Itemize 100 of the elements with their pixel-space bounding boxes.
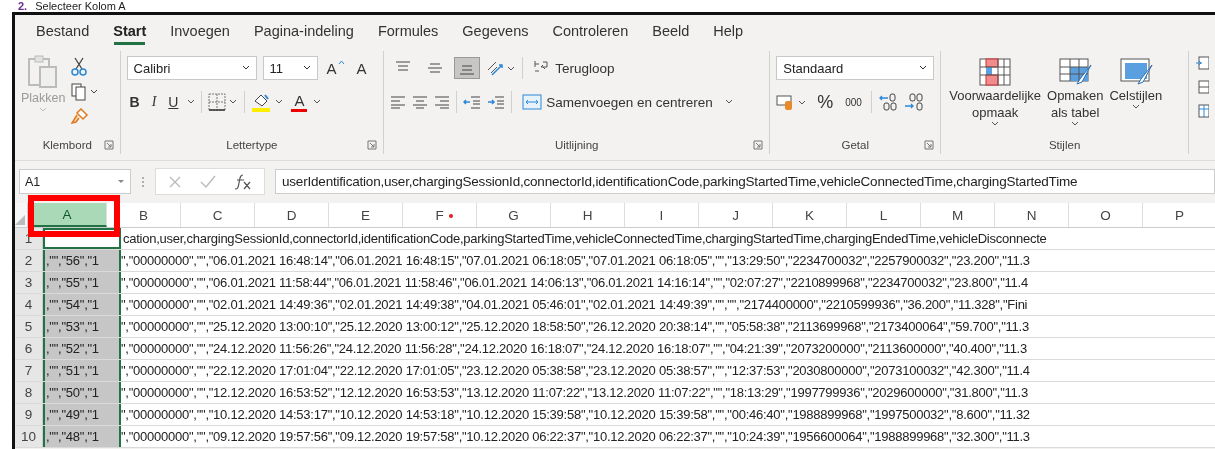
increase-decimal-icon[interactable] xyxy=(877,93,898,111)
formula-field[interactable]: userIdentification,user,chargingSessionId,connectorId,identificationCode,parkingStartedTime,vehicleConnectedTime,chargingStartedTime xyxy=(275,169,1215,194)
row-header[interactable]: 7 xyxy=(15,360,43,381)
table-cell-text: ","00000000","","12.12.2020 16:53:52","12.12.2020 16:53:53","13.12.2020 11:07:22","13.12.2020 11:07:22","","18:13:29","1997799936","2029600000","31.800","11.3 xyxy=(121,384,1028,402)
style-button[interactable]: Voorwaardelijke opmaak xyxy=(947,55,1043,129)
table-cell-text: ","00000000","","06.01.2021 11:58:44","06.01.2021 11:58:46","06.01.2021 14:06:13","06.01.2021 14:16:14","","02:07:27","2210899968","2234700032","23.800","11.4 xyxy=(121,274,1028,292)
column-header[interactable]: B xyxy=(107,203,181,227)
number-format-dropdown[interactable]: Standaard xyxy=(776,56,935,80)
corner-triangle-icon xyxy=(15,215,25,225)
caret-icon[interactable] xyxy=(313,99,322,105)
table-cell-text: ","00000000","","10.12.2020 14:53:17","10.12.2020 14:53:18","10.12.2020 15:39:58","10.12.2020 15:39:58","","00:46:40","1988899968","1997500032","8.600","11.32 xyxy=(121,406,1030,424)
scissors-icon[interactable] xyxy=(71,57,88,77)
ribbon-tab[interactable]: Gegevens xyxy=(451,19,540,43)
column-header[interactable]: H xyxy=(551,203,625,227)
column-header[interactable]: I xyxy=(625,203,699,227)
insert-cells-icon[interactable] xyxy=(1195,55,1209,71)
column-header[interactable]: P xyxy=(1143,203,1215,227)
thousands-button[interactable]: 000 xyxy=(842,96,865,108)
row-header[interactable]: 10 xyxy=(15,426,43,447)
ribbon-tab[interactable]: Beeld xyxy=(641,19,701,43)
row-header[interactable]: 2 xyxy=(15,250,43,271)
ribbon-tab[interactable]: Start xyxy=(102,19,158,43)
percent-button[interactable]: % xyxy=(814,91,837,113)
table-cell: ,"","53","1 xyxy=(43,316,121,337)
decrease-decimal-icon[interactable] xyxy=(903,93,924,111)
merge-icon xyxy=(522,93,543,111)
column-header[interactable]: E xyxy=(329,203,403,227)
align-center-icon[interactable] xyxy=(412,95,429,109)
column-header[interactable]: G xyxy=(477,203,551,227)
ribbon-tab[interactable]: Bestand xyxy=(25,19,101,43)
caret-icon[interactable] xyxy=(187,99,196,105)
row-header[interactable]: 6 xyxy=(15,338,43,359)
caret-icon xyxy=(302,65,311,71)
border-icon[interactable] xyxy=(208,93,239,111)
table-cell-text: ","00000000","","02.01.2021 14:49:36","02.01.2021 14:49:38","04.01.2021 05:46:01","02.01.2021 14:49:39","","","2174400000","2210599936","36.200","11.328","Fini xyxy=(121,296,1028,314)
column-header[interactable]: N xyxy=(995,203,1069,227)
ribbon-tab[interactable]: Formules xyxy=(366,19,450,43)
grow-font-button[interactable]: A xyxy=(323,59,348,77)
underline-button[interactable]: U xyxy=(165,94,182,110)
ribbon-tab[interactable]: Invoegen xyxy=(159,19,241,43)
bold-button[interactable]: B xyxy=(126,94,143,110)
ribbon-tab[interactable]: Help xyxy=(702,19,755,43)
dialog-launcher-icon[interactable] xyxy=(367,140,378,150)
caret-icon xyxy=(1131,104,1140,110)
group-label: Getal xyxy=(841,139,869,151)
table-cell-text: ","00000000","","09.12.2020 19:57:56","09.12.2020 19:57:58","10.12.2020 06:22:37","10.12.2020 06:22:37","","10:24:39","1956600064","1988899968","32.300","11.3 xyxy=(121,428,1030,446)
group-label: Stijlen xyxy=(1048,139,1081,151)
font-size-dropdown[interactable]: 11 xyxy=(262,56,318,80)
format-painter-icon[interactable] xyxy=(71,107,90,125)
vertical-align-button[interactable] xyxy=(454,57,481,79)
dialog-launcher-icon[interactable] xyxy=(924,140,935,150)
table-cell-text: cation,user,chargingSessionId,connectorId,identificationCode,parkingStartedTime,vehicleConnectedTime,chargingStartedTime,chargingEndedTime,vehicleDisconnecte xyxy=(122,230,1047,248)
table-cell-text: ","00000000","","25.12.2020 13:00:10","25.12.2020 13:00:12","25.12.2020 18:58:50","26.12.2020 20:38:14","","05:58:38","2113699968","2173400064","59.700","11.3 xyxy=(121,318,1029,336)
italic-button[interactable]: I xyxy=(148,94,160,110)
column-header[interactable]: D xyxy=(255,203,329,227)
align-right-icon[interactable] xyxy=(434,95,451,109)
column-header[interactable]: O xyxy=(1069,203,1143,227)
table-cell: ,"","51","1 xyxy=(43,360,121,381)
caret-icon xyxy=(919,65,928,71)
dialog-launcher-icon[interactable] xyxy=(103,140,114,150)
table-cell-text: ","00000000","","24.12.2020 11:56:26","24.12.2020 11:56:28","24.12.2020 16:18:07","24.12.2020 16:18:07","","04:21:39","2073200000","2113600000","40.400","11.3 xyxy=(121,340,1027,358)
step-number: 2. xyxy=(18,0,28,12)
group-label: Uitlijning xyxy=(555,139,599,151)
font-color-button[interactable]: A xyxy=(291,92,308,112)
insert-function-icon[interactable] xyxy=(234,173,252,190)
row-header[interactable]: 9 xyxy=(15,404,43,425)
format-cells-icon[interactable] xyxy=(1195,103,1209,119)
column-header[interactable]: K xyxy=(773,203,847,227)
ribbon-tab[interactable]: Pagina-indeling xyxy=(242,19,365,43)
table-style-icon xyxy=(1058,57,1093,87)
table-cell: ,"","50","1 xyxy=(43,382,121,403)
ribbon-tab[interactable]: Controleren xyxy=(541,19,640,43)
table-cell: ,"","55","1 xyxy=(43,272,121,293)
row-header[interactable]: 4 xyxy=(15,294,43,315)
style-button[interactable]: Opmaken als tabel xyxy=(1045,55,1106,129)
name-box[interactable]: A1 xyxy=(19,169,131,194)
align-left-icon[interactable] xyxy=(390,95,407,109)
table-cell: ,"","52","1 xyxy=(43,338,121,359)
group-label: Lettertype xyxy=(226,139,278,151)
column-header[interactable]: L xyxy=(847,203,921,227)
column-header[interactable]: F xyxy=(403,203,477,227)
column-header[interactable]: M xyxy=(921,203,995,227)
font-name-dropdown[interactable]: Calibri xyxy=(126,56,257,80)
row-header[interactable]: 5 xyxy=(15,316,43,337)
caret-icon xyxy=(1071,121,1080,127)
caret-icon xyxy=(117,178,125,185)
merge-center-button[interactable]: Samenvoegen en centreren xyxy=(518,93,737,111)
delete-cells-icon[interactable] xyxy=(1195,79,1209,95)
increase-indent-icon[interactable] xyxy=(487,95,506,109)
column-header[interactable]: J xyxy=(699,203,773,227)
wrap-text-button[interactable]: Terugloop xyxy=(529,59,619,77)
row-header[interactable]: 3 xyxy=(15,272,43,293)
shrink-font-button[interactable]: A xyxy=(353,59,370,77)
style-button[interactable]: Celstijlen xyxy=(1107,55,1165,112)
dialog-launcher-icon[interactable] xyxy=(753,140,764,150)
row-header[interactable]: 8 xyxy=(15,382,43,403)
decrease-indent-icon[interactable] xyxy=(463,95,482,109)
drag-handle-icon[interactable] xyxy=(141,174,145,189)
column-header[interactable]: C xyxy=(181,203,255,227)
copy-icon[interactable] xyxy=(71,83,100,101)
